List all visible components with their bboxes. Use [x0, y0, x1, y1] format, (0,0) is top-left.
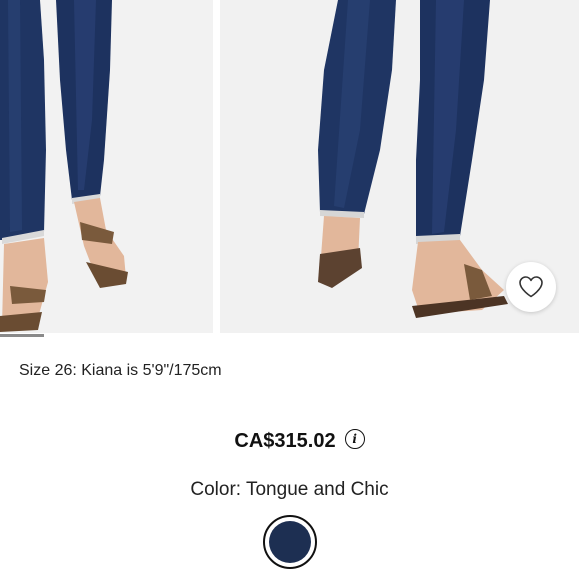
price-row: CA$315.02 i: [0, 428, 579, 453]
color-swatch-selected[interactable]: [263, 515, 317, 569]
product-image-gallery[interactable]: [0, 0, 579, 337]
heart-outline-icon: [519, 276, 543, 298]
product-photo-front[interactable]: [0, 0, 213, 333]
product-price: CA$315.02: [234, 430, 336, 452]
color-label: Color: Tongue and Chic: [190, 479, 389, 500]
favorite-button[interactable]: [506, 262, 556, 312]
color-swatch-fill: [269, 521, 311, 563]
gallery-scroll-indicator: [0, 334, 44, 337]
model-size-note: Size 26: Kiana is 5'9"/175cm: [19, 362, 222, 379]
jeans-front-view-image: [0, 0, 213, 333]
info-circle-icon[interactable]: i: [344, 428, 365, 449]
